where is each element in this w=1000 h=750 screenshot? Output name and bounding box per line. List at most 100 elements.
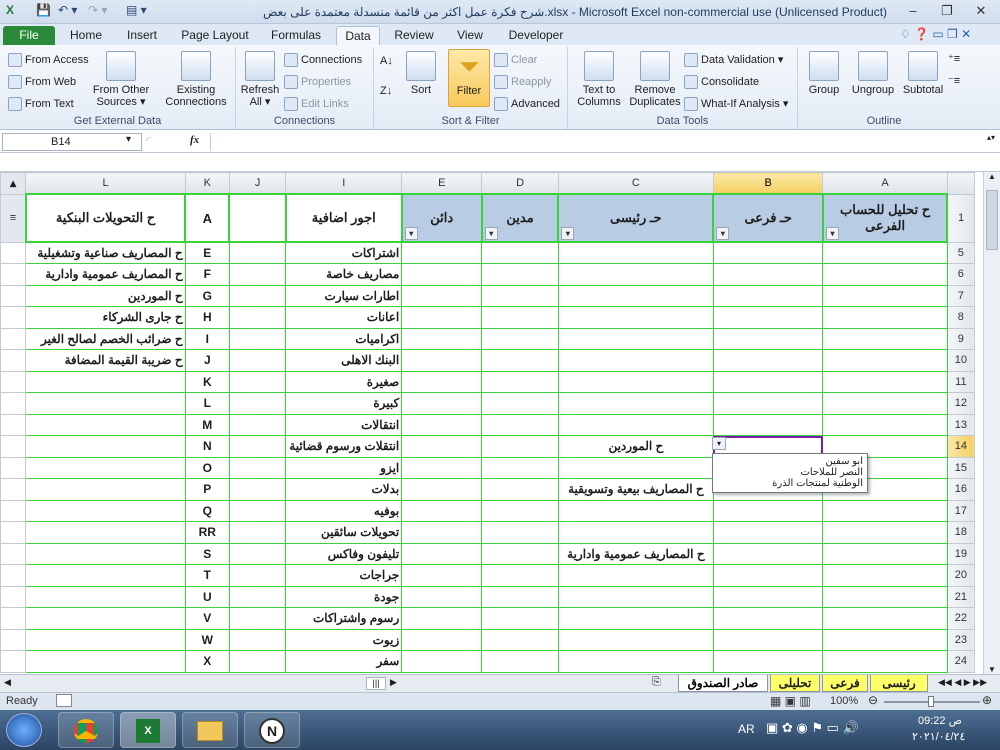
cell-D[interactable] [481, 306, 559, 329]
cell-J[interactable] [228, 585, 287, 608]
cell-A[interactable] [822, 284, 948, 307]
cell-J[interactable] [228, 564, 287, 587]
header-cell-A[interactable]: ح تحليل للحساب الفرعى ▾ [821, 193, 949, 243]
cell-K[interactable]: M [184, 413, 230, 436]
cell-J[interactable] [228, 650, 287, 673]
cell-A[interactable] [822, 542, 948, 565]
row-header[interactable]: 5 [946, 241, 975, 264]
col-header-I[interactable]: I [285, 172, 403, 195]
row-header[interactable]: 8 [946, 306, 975, 329]
col-header-A[interactable]: A [822, 172, 948, 195]
cell-J[interactable] [228, 499, 287, 522]
cell-K[interactable]: L [184, 392, 230, 415]
name-box[interactable]: B14 [2, 133, 142, 151]
col-header-J[interactable]: J [228, 172, 287, 195]
cell-E[interactable] [401, 435, 483, 458]
row-header[interactable]: 20 [946, 564, 975, 587]
cell-C[interactable] [557, 284, 714, 307]
hide-detail-icon[interactable]: ⁻≡ [948, 75, 960, 87]
cell-C[interactable] [557, 499, 714, 522]
cell-C[interactable] [557, 263, 714, 286]
close-button[interactable]: ✕ [968, 2, 994, 20]
cell-I[interactable]: اكراميات [285, 327, 403, 350]
cell-E[interactable] [401, 564, 483, 587]
insert-sheet-icon[interactable]: ⎘ [652, 676, 661, 689]
cell-J[interactable] [228, 628, 287, 651]
cell-D[interactable] [481, 585, 559, 608]
what-if-analysis-button[interactable]: What-If Analysis ▾ [684, 97, 788, 111]
cell-D[interactable] [481, 392, 559, 415]
advanced-filter-button[interactable]: Advanced [494, 97, 560, 111]
cell-K[interactable]: Q [184, 499, 230, 522]
cell-I[interactable]: اعانات [285, 306, 403, 329]
chrome-taskbar-icon[interactable] [58, 712, 114, 748]
cell-I[interactable]: تليفون وفاكس [285, 542, 403, 565]
col-header-K[interactable]: K [184, 172, 230, 195]
cell-E[interactable] [401, 241, 483, 264]
tab-page-layout[interactable]: Page Layout [176, 26, 254, 45]
cell-K[interactable]: O [184, 456, 230, 479]
cell-I[interactable]: جراجات [285, 564, 403, 587]
cell-B[interactable] [712, 564, 824, 587]
clock-date[interactable]: ٢٠٢١/٠٤/٢٤ [912, 730, 965, 743]
cell-K[interactable]: E [184, 241, 230, 264]
cell-K[interactable]: T [184, 564, 230, 587]
cell-B[interactable] [712, 607, 824, 630]
cell-D[interactable] [481, 435, 559, 458]
cell-A[interactable] [822, 585, 948, 608]
show-detail-icon[interactable]: ⁺≡ [948, 53, 960, 65]
cell-L[interactable] [25, 650, 186, 673]
cell-B[interactable] [712, 327, 824, 350]
cell-C[interactable] [557, 370, 714, 393]
row-header[interactable]: 10 [946, 349, 975, 372]
dropdown-option[interactable]: الوطنية لمنتجات الذرة [717, 478, 863, 489]
cell-A[interactable] [822, 564, 948, 587]
cell-K[interactable]: G [184, 284, 230, 307]
cell-L[interactable] [25, 499, 186, 522]
clear-filter-button[interactable]: Clear [494, 53, 537, 67]
cell-E[interactable] [401, 370, 483, 393]
cell-A[interactable] [822, 628, 948, 651]
tab-view[interactable]: View [448, 26, 492, 45]
cell-J[interactable] [228, 349, 287, 372]
cell-dropdown-arrow-icon[interactable]: ▾ [712, 437, 726, 450]
language-indicator[interactable]: AR [738, 722, 755, 736]
from-access-button[interactable]: From Access [8, 53, 89, 67]
name-box-dropdown-icon[interactable]: ▾ [126, 134, 131, 145]
col-header-L[interactable]: L [25, 172, 186, 195]
cell-I[interactable]: انتقلات ورسوم قضائية [285, 435, 403, 458]
cell-A[interactable] [822, 349, 948, 372]
cell-A[interactable] [822, 370, 948, 393]
hscroll-thumb[interactable]: ||| [366, 677, 386, 690]
row-header[interactable]: 13 [946, 413, 975, 436]
cell-K[interactable]: S [184, 542, 230, 565]
from-web-button[interactable]: From Web [8, 75, 76, 89]
cell-D[interactable] [481, 241, 559, 264]
cell-J[interactable] [228, 327, 287, 350]
cell-A[interactable] [822, 263, 948, 286]
restore-button[interactable]: ❐ [934, 2, 960, 20]
row-header[interactable]: 21 [946, 585, 975, 608]
cell-I[interactable]: تحويلات سائقين [285, 521, 403, 544]
cell-E[interactable] [401, 263, 483, 286]
cell-I[interactable]: مصاريف خاصة [285, 263, 403, 286]
explorer-taskbar-icon[interactable] [182, 712, 238, 748]
cell-B[interactable] [712, 306, 824, 329]
cell-L[interactable]: ح المصاريف عمومية وادارية [25, 263, 186, 286]
cell-A[interactable] [822, 650, 948, 673]
row-header[interactable]: 24 [946, 650, 975, 673]
cell-B[interactable] [712, 542, 824, 565]
sheet-tab[interactable]: فرعى [822, 675, 868, 692]
cell-B[interactable] [712, 284, 824, 307]
validation-dropdown-list[interactable]: ابو سفين النصر للملاحات الوطنية لمنتجات … [712, 453, 868, 493]
cell-I[interactable]: انتقالات [285, 413, 403, 436]
cell-E[interactable] [401, 499, 483, 522]
cell-I[interactable]: سفر [285, 650, 403, 673]
cell-C[interactable] [557, 564, 714, 587]
tab-formulas[interactable]: Formulas [264, 26, 328, 45]
filter-dropdown-icon[interactable]: ▾ [825, 227, 839, 240]
col-header-C[interactable]: C [557, 172, 714, 195]
dropdown-option[interactable]: النصر للملاحات [717, 467, 863, 478]
cell-E[interactable] [401, 392, 483, 415]
cell-K[interactable]: P [184, 478, 230, 501]
